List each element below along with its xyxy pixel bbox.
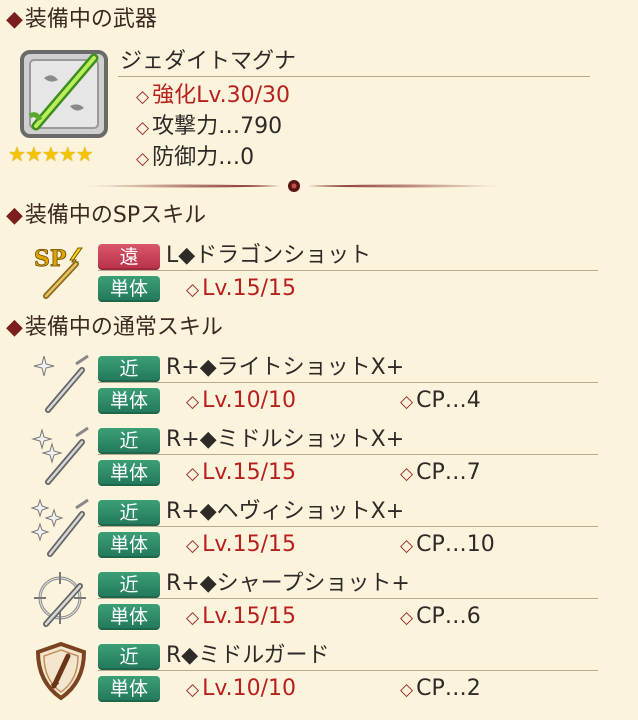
divider <box>98 382 598 383</box>
skill-name: R+◆ライトショットX+ <box>166 355 405 380</box>
skill-cp: ◇ CP…6 <box>400 604 481 629</box>
range-tag: 近 <box>98 428 160 454</box>
normal-section-title: ◆装備中の通常スキル <box>6 315 223 340</box>
range-tag: 遠 <box>98 244 160 270</box>
skill-level: ◇ Lv.10/10 <box>186 676 297 701</box>
diamond-bullet-icon: ◆ <box>6 203 23 228</box>
hollow-diamond-icon: ◇ <box>186 392 200 412</box>
weapon-icon[interactable] <box>18 48 110 140</box>
diamond-bullet-icon: ◆ <box>6 7 23 32</box>
target-tag: 単体 <box>98 604 160 630</box>
svg-text:SP: SP <box>34 246 66 272</box>
weapon-enhance-level: ◇ 強化Lv.30/30 <box>136 83 291 108</box>
hollow-diamond-icon: ◇ <box>136 87 150 107</box>
sp-lightning-gun-icon[interactable]: SP <box>32 240 94 302</box>
diamond-bullet-icon: ◆ <box>6 315 23 340</box>
skill-name: R+◆シャープショット+ <box>166 571 410 596</box>
range-tag: 近 <box>98 644 160 670</box>
hollow-diamond-icon: ◇ <box>186 680 200 700</box>
skill-level: ◇ Lv.15/15 <box>186 532 297 557</box>
skill-cp: ◇ CP…7 <box>400 460 481 485</box>
skill-level: ◇ Lv.15/15 <box>186 604 297 629</box>
divider <box>98 270 598 271</box>
skill-level: ◇ Lv.15/15 <box>186 460 297 485</box>
skill-cp: ◇ CP…4 <box>400 388 481 413</box>
skill-name: R+◆ミドルショットX+ <box>166 427 405 452</box>
sp-skill-level: ◇ Lv.15/15 <box>186 276 297 301</box>
target-tag: 単体 <box>98 676 160 702</box>
hollow-diamond-icon: ◇ <box>400 392 414 412</box>
skill-name: R+◆ヘヴィショットX+ <box>166 499 405 524</box>
hollow-diamond-icon: ◇ <box>400 464 414 484</box>
divider <box>118 76 590 77</box>
range-tag: 近 <box>98 356 160 382</box>
shield-gun-icon[interactable] <box>30 640 92 702</box>
sparkle-gun-icon[interactable] <box>30 352 92 414</box>
double-sparkle-gun-icon[interactable] <box>30 424 92 486</box>
ornament-divider <box>80 178 508 194</box>
sp-skill-name: L◆ドラゴンショット <box>166 243 372 268</box>
hollow-diamond-icon: ◇ <box>186 608 200 628</box>
divider <box>98 598 598 599</box>
hollow-diamond-icon: ◇ <box>400 680 414 700</box>
rarity-stars: ★★★★★ <box>8 142 94 166</box>
divider <box>98 526 598 527</box>
divider <box>98 670 598 671</box>
crosshair-gun-icon[interactable] <box>30 568 92 630</box>
hollow-diamond-icon: ◇ <box>186 280 200 300</box>
skill-cp: ◇ CP…2 <box>400 676 481 701</box>
sp-section-title: ◆装備中のSPスキル <box>6 203 207 228</box>
hollow-diamond-icon: ◇ <box>136 149 150 169</box>
range-tag: 近 <box>98 500 160 526</box>
hollow-diamond-icon: ◇ <box>400 608 414 628</box>
target-tag: 単体 <box>98 276 160 302</box>
target-tag: 単体 <box>98 388 160 414</box>
skill-level: ◇ Lv.10/10 <box>186 388 297 413</box>
hollow-diamond-icon: ◇ <box>136 118 150 138</box>
weapon-name: ジェダイトマグナ <box>120 49 297 74</box>
hollow-diamond-icon: ◇ <box>400 536 414 556</box>
range-tag: 近 <box>98 572 160 598</box>
skill-name: R◆ミドルガード <box>166 643 330 668</box>
divider <box>98 454 598 455</box>
weapon-section-title: ◆装備中の武器 <box>6 7 157 32</box>
triple-sparkle-gun-icon[interactable] <box>30 496 92 558</box>
target-tag: 単体 <box>98 460 160 486</box>
hollow-diamond-icon: ◇ <box>186 464 200 484</box>
weapon-attack: ◇ 攻撃力…790 <box>136 114 283 139</box>
target-tag: 単体 <box>98 532 160 558</box>
skill-cp: ◇ CP…10 <box>400 532 495 557</box>
weapon-defense: ◇ 防御力…0 <box>136 145 255 170</box>
hollow-diamond-icon: ◇ <box>186 536 200 556</box>
